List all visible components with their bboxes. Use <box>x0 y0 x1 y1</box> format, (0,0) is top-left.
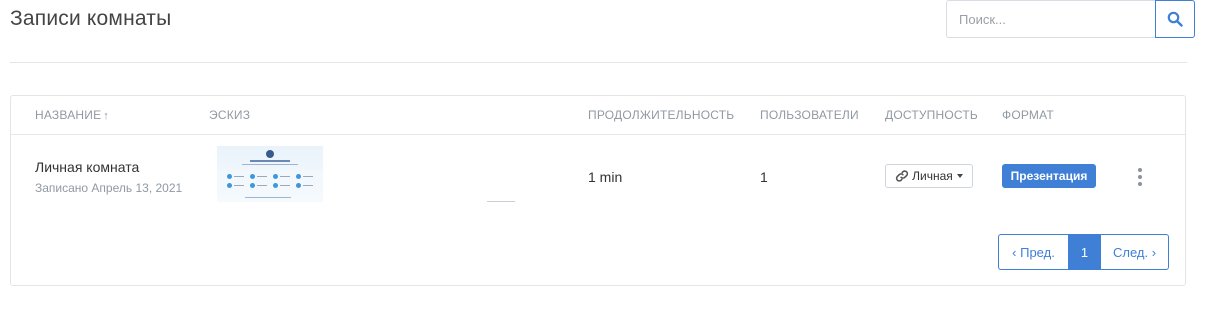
header-divider <box>10 62 1187 63</box>
recording-thumbnail[interactable] <box>217 146 323 202</box>
page-title: Записи комнаты <box>10 7 172 30</box>
column-header-name[interactable]: НАЗВАНИЕ ↑ <box>35 108 109 122</box>
pagination: ‹ Пред. 1 След. › <box>998 234 1169 270</box>
sort-ascending-icon: ↑ <box>103 110 109 122</box>
link-icon <box>895 169 909 183</box>
search-button[interactable] <box>1155 0 1195 38</box>
visibility-dropdown[interactable]: Личная <box>885 164 973 188</box>
column-header-format: ФОРМАТ <box>1002 108 1054 122</box>
kebab-menu-icon[interactable] <box>1135 168 1145 186</box>
column-header-duration[interactable]: ПРОДОЛЖИТЕЛЬНОСТЬ <box>588 108 734 122</box>
format-badge[interactable]: Презентация <box>1002 164 1096 188</box>
search-bar <box>946 0 1195 38</box>
recording-date: Записано Апрель 13, 2021 <box>35 181 183 195</box>
recording-duration: 1 min <box>588 169 623 185</box>
search-input[interactable] <box>946 0 1155 38</box>
visibility-label: Личная <box>912 169 953 183</box>
column-header-thumbnail: ЭСКИЗ <box>209 108 251 122</box>
column-header-name-label: НАЗВАНИЕ <box>35 108 102 122</box>
recording-users: 1 <box>760 169 768 185</box>
recording-name[interactable]: Личная комната <box>35 159 139 175</box>
pagination-next-button[interactable]: След. › <box>1101 234 1169 270</box>
pagination-page-1[interactable]: 1 <box>1068 234 1101 270</box>
thumbnail-caption-mark <box>487 201 515 202</box>
column-header-users[interactable]: ПОЛЬЗОВАТЕЛИ <box>760 108 859 122</box>
pagination-prev-button[interactable]: ‹ Пред. <box>998 234 1068 270</box>
search-icon <box>1167 11 1183 27</box>
column-header-visibility[interactable]: ДОСТУПНОСТЬ <box>885 108 978 122</box>
table-header: НАЗВАНИЕ ↑ ЭСКИЗ ПРОДОЛЖИТЕЛЬНОСТЬ ПОЛЬЗО… <box>11 96 1185 135</box>
recordings-table: НАЗВАНИЕ ↑ ЭСКИЗ ПРОДОЛЖИТЕЛЬНОСТЬ ПОЛЬЗО… <box>10 95 1186 286</box>
caret-down-icon <box>956 174 963 178</box>
